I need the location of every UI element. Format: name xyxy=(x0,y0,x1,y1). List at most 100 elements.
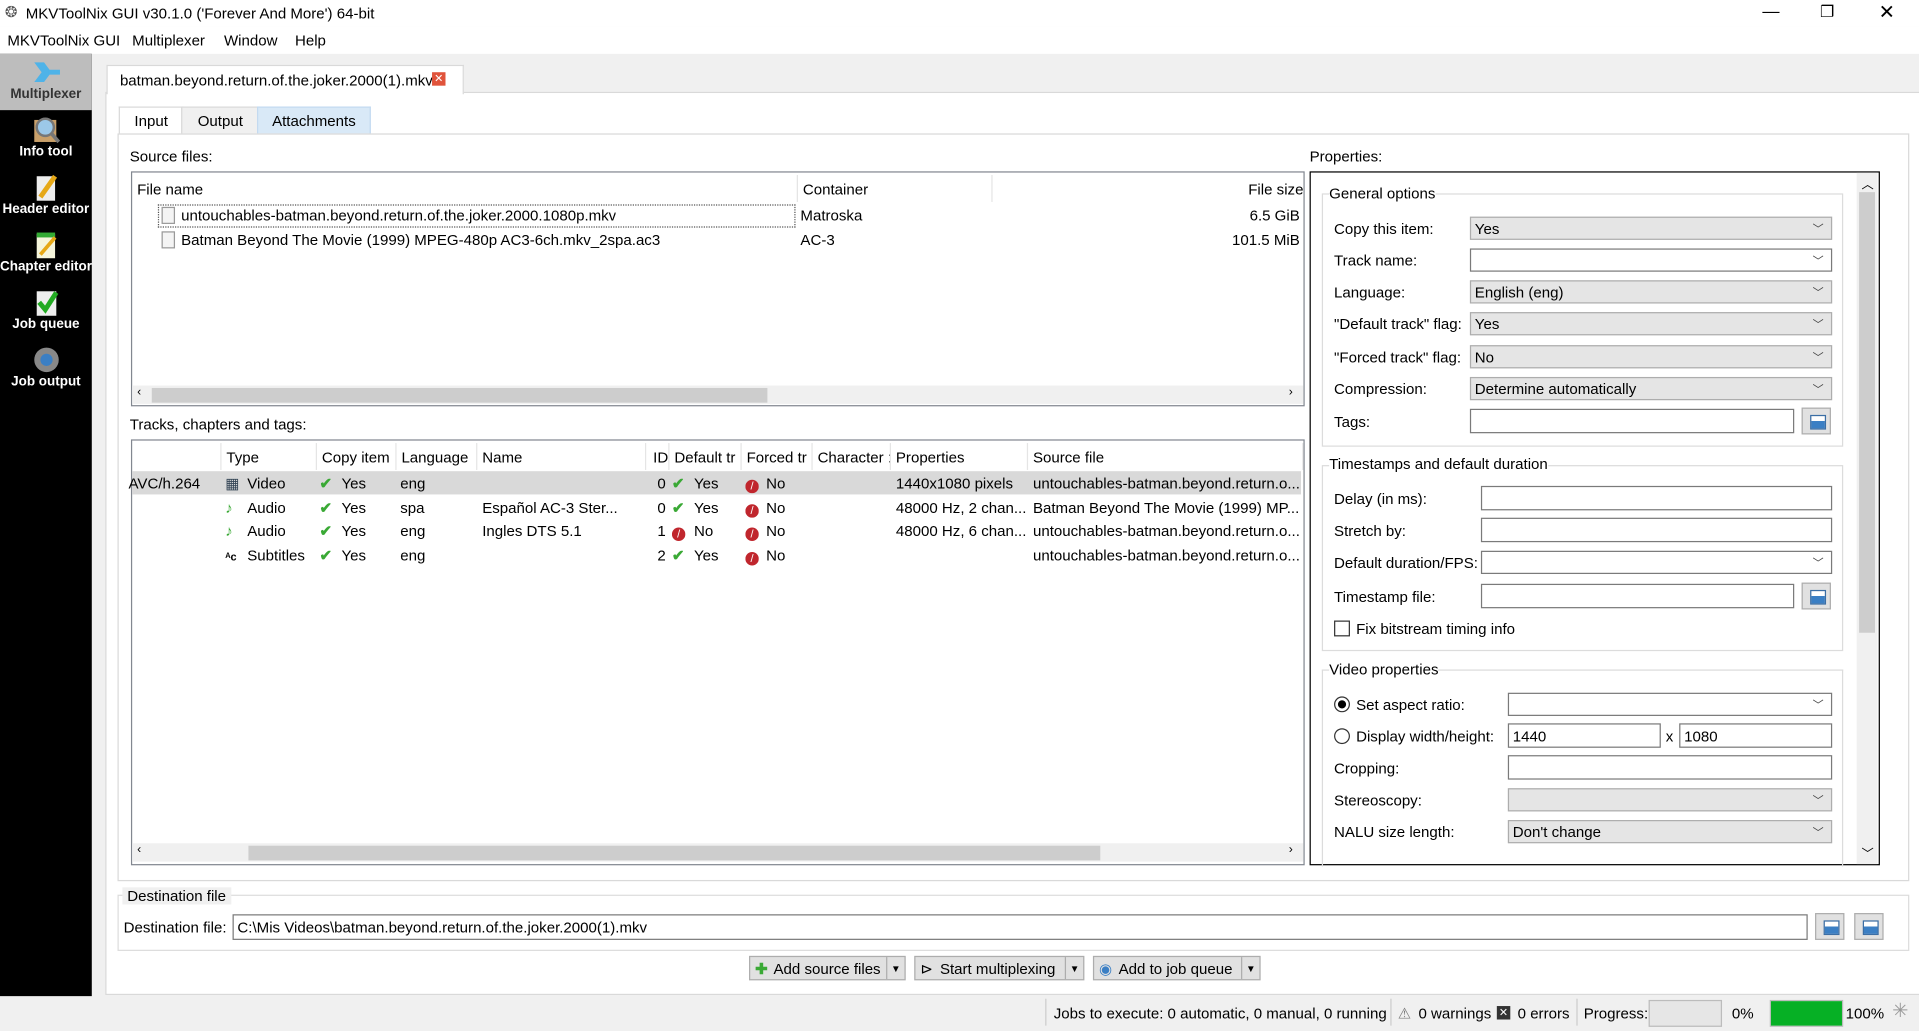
cropping-input[interactable] xyxy=(1507,755,1833,780)
column-header[interactable]: Default tr xyxy=(669,443,742,470)
button-label: Add to job queue xyxy=(1118,960,1233,978)
forced-track: No xyxy=(766,547,786,565)
menu-multiplexer[interactable]: Multiplexer xyxy=(132,32,205,49)
display-width-height-radio[interactable] xyxy=(1334,728,1350,745)
destination-file-input[interactable]: C:\Mis Videos\batman.beyond.return.of.th… xyxy=(232,914,1808,940)
warnings-count[interactable]: 0 warnings xyxy=(1419,1005,1492,1022)
check-icon: ✔ xyxy=(671,474,685,493)
column-header[interactable]: Type xyxy=(222,443,317,470)
column-header[interactable]: Language xyxy=(397,443,478,470)
copy-item[interactable]: Yes xyxy=(341,475,366,492)
dropdown-arrow-icon[interactable]: ▼ xyxy=(1064,957,1083,980)
column-header-file-name[interactable]: File name xyxy=(132,175,798,202)
stereoscopy-combo[interactable]: ﹀ xyxy=(1507,788,1833,812)
copy-item[interactable]: Yes xyxy=(341,523,366,540)
sidebar-item-job-queue[interactable]: Job queue xyxy=(0,284,92,340)
timestamp-file-label: Timestamp file: xyxy=(1334,588,1436,606)
tags-input[interactable] xyxy=(1469,408,1795,434)
column-header[interactable]: Source file xyxy=(1028,443,1304,470)
copy-item[interactable]: Yes xyxy=(341,547,366,564)
menu-help[interactable]: Help xyxy=(295,32,326,49)
set-aspect-ratio-radio[interactable] xyxy=(1334,696,1350,713)
times-label: x xyxy=(1665,728,1674,746)
column-header[interactable]: Forced tr xyxy=(742,443,813,470)
total-progress-text: 100% xyxy=(1845,1004,1885,1022)
button-label: Add source files xyxy=(773,960,881,978)
tab-input[interactable]: Input xyxy=(118,106,184,136)
column-header[interactable]: Properties xyxy=(891,443,1029,470)
file-icon xyxy=(161,206,176,224)
display-width-input[interactable]: 1440 xyxy=(1507,723,1661,748)
menu-mkvtoolnix[interactable]: MKVToolNix GUI xyxy=(7,32,120,49)
no-icon: / xyxy=(745,475,759,494)
errors-count[interactable]: 0 errors xyxy=(1518,1005,1570,1022)
browse-tags-button[interactable] xyxy=(1801,407,1831,435)
sidebar-item-info-tool[interactable]: Info tool xyxy=(0,111,92,167)
copy-item[interactable]: Yes xyxy=(341,499,366,516)
tracks-table[interactable]: Type Copy item Language Name ID Default tr For… xyxy=(129,439,1305,866)
compression-label: Compression: xyxy=(1334,380,1427,398)
close-button[interactable]: ✕ xyxy=(1879,0,1895,24)
track-type: Audio xyxy=(247,523,286,541)
sidebar: Multiplexer Info tool Header editor Chap… xyxy=(0,53,92,997)
track-name: Ingles DTS 5.1 xyxy=(482,523,582,541)
delay-input[interactable] xyxy=(1480,485,1833,511)
minimize-button[interactable]: — xyxy=(1762,1,1779,21)
fix-bitstream-checkbox[interactable] xyxy=(1334,620,1350,637)
vertical-scrollbar[interactable]: ︿ ﹀ xyxy=(1856,172,1878,865)
sidebar-item-multiplexer[interactable]: Multiplexer xyxy=(0,53,92,111)
properties: 48000 Hz, 2 chan... xyxy=(895,498,1027,517)
horizontal-scrollbar[interactable]: ‹ › xyxy=(132,385,1304,404)
sidebar-item-job-output[interactable]: Job output xyxy=(0,341,92,397)
column-header[interactable]: Name xyxy=(477,443,647,470)
default-flag-combo[interactable]: Yes ﹀ xyxy=(1469,312,1833,336)
add-to-job-queue-button[interactable]: ◉ Add to job queue ▼ xyxy=(1092,955,1261,981)
column-header[interactable]: Copy item xyxy=(317,443,397,470)
compression-combo[interactable]: Determine automatically ﹀ xyxy=(1469,376,1833,401)
horizontal-scrollbar[interactable]: ‹ › xyxy=(132,843,1304,862)
forced-flag-combo[interactable]: No ﹀ xyxy=(1469,345,1833,369)
forced-track: No xyxy=(766,498,786,517)
dropdown-arrow-icon[interactable]: ▼ xyxy=(1241,957,1259,980)
default-duration-combo[interactable]: ﹀ xyxy=(1480,550,1833,575)
add-source-files-button[interactable]: ✚ Add source files ▼ xyxy=(749,955,906,981)
chevron-down-icon: ﹀ xyxy=(1812,826,1824,839)
browse-destination-button[interactable] xyxy=(1815,913,1845,940)
maximize-button[interactable]: ❐ xyxy=(1820,2,1834,22)
sidebar-label: Job output xyxy=(11,374,81,390)
start-multiplexing-button[interactable]: ⊳ Start multiplexing ▼ xyxy=(914,955,1085,981)
column-header[interactable]: Character : xyxy=(813,443,891,470)
column-header[interactable]: ID xyxy=(646,443,670,470)
file-icon xyxy=(161,231,176,249)
tab-output[interactable]: Output xyxy=(181,106,260,135)
current-progress-bar xyxy=(1648,999,1723,1027)
stretch-input[interactable] xyxy=(1480,517,1833,543)
tab-attachments[interactable]: Attachments xyxy=(257,106,371,135)
copy-combo[interactable]: Yes ﹀ xyxy=(1469,216,1833,240)
file-tab[interactable]: batman.beyond.return.of.the.joker.2000(1… xyxy=(106,64,464,95)
app-icon: ❂ xyxy=(4,3,18,21)
column-header-file-size[interactable]: File size xyxy=(993,175,1303,202)
nalu-size-length-combo[interactable]: Don't change ﹀ xyxy=(1507,820,1833,844)
column-header-codec[interactable] xyxy=(132,443,222,470)
menu-window[interactable]: Window xyxy=(224,32,278,49)
previous-destinations-button[interactable] xyxy=(1854,913,1884,940)
column-header-container[interactable]: Container xyxy=(798,175,993,202)
display-height-input[interactable]: 1080 xyxy=(1679,723,1833,748)
sidebar-item-header-editor[interactable]: Header editor xyxy=(0,169,92,225)
forced-track: No xyxy=(766,474,786,493)
close-tab-icon[interactable]: ✕ xyxy=(432,72,446,86)
sidebar-item-chapter-editor[interactable]: Chapter editor xyxy=(0,226,92,282)
sidebar-label: Multiplexer xyxy=(10,86,82,102)
header-editor-icon xyxy=(36,174,57,201)
track-name-combo[interactable]: ﹀ xyxy=(1469,248,1833,272)
aspect-ratio-combo[interactable]: ﹀ xyxy=(1507,692,1833,716)
timestamp-file-input[interactable] xyxy=(1480,583,1795,609)
chevron-down-icon: ﹀ xyxy=(1812,556,1824,570)
no-icon: / xyxy=(745,523,759,542)
language-combo[interactable]: English (eng) ﹀ xyxy=(1469,280,1833,304)
browse-timestamp-file-button[interactable] xyxy=(1801,582,1831,610)
dropdown-arrow-icon[interactable]: ▼ xyxy=(886,957,904,980)
track-type: Audio xyxy=(247,498,286,517)
source-files-table[interactable]: File name Container File size untouchabl… xyxy=(130,171,1305,407)
